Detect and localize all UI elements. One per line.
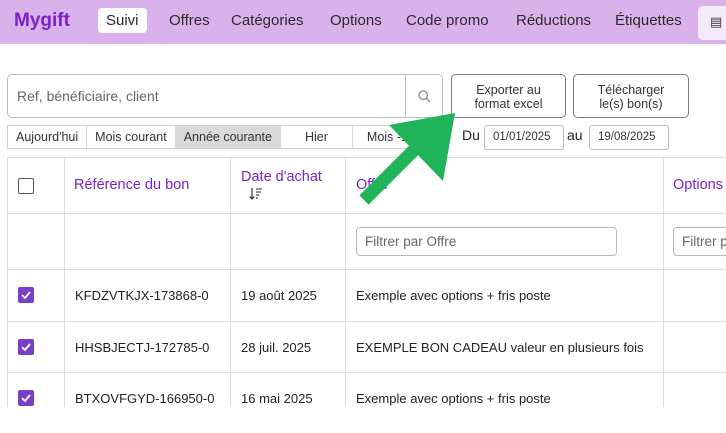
filter-empty-cell bbox=[8, 214, 65, 269]
date-to-input[interactable]: 19/08/2025 bbox=[589, 125, 669, 150]
filter-empty-cell bbox=[65, 214, 231, 269]
column-header-date: Date d'achat bbox=[241, 169, 322, 185]
row-checkbox[interactable] bbox=[18, 339, 34, 355]
period-tab-yesterday[interactable]: Hier bbox=[281, 126, 353, 148]
nav-item-etiquettes[interactable]: Étiquettes bbox=[615, 12, 682, 29]
row-offre-cell: Exemple avec options + fris poste bbox=[346, 270, 664, 321]
search-icon bbox=[418, 90, 431, 103]
row-reference-cell: HHSBJECTJ-172785-0 bbox=[65, 322, 231, 372]
voucher-reference: HHSBJECTJ-172785-0 bbox=[75, 340, 210, 355]
period-tabs: Aujourd'hui Mois courant Année courante … bbox=[7, 125, 443, 149]
date-from-input[interactable]: 01/01/2025 bbox=[484, 125, 564, 150]
header-options-cell[interactable]: Options bbox=[664, 158, 726, 213]
checkmark-icon bbox=[21, 291, 31, 300]
row-reference-cell: KFDZVTKJX-173868-0 bbox=[65, 270, 231, 321]
row-options-cell bbox=[664, 270, 726, 321]
filter-options-cell bbox=[664, 214, 726, 269]
purchase-date: 19 août 2025 bbox=[241, 288, 317, 303]
download-vouchers-button[interactable]: Télécharger le(s) bon(s) bbox=[573, 74, 689, 118]
date-to-label: au bbox=[567, 127, 583, 143]
row-options-cell bbox=[664, 322, 726, 372]
filter-empty-cell bbox=[231, 214, 346, 269]
filter-offre-cell bbox=[346, 214, 664, 269]
period-tab-current-year[interactable]: Année courante bbox=[175, 126, 281, 148]
brand-logo[interactable]: Mygift bbox=[14, 10, 70, 32]
search-button[interactable] bbox=[405, 74, 443, 118]
download-label-line1: Télécharger bbox=[597, 83, 665, 97]
purchase-date: 16 mai 2025 bbox=[241, 391, 313, 406]
offer-name: EXEMPLE BON CADEAU valeur en plusieurs f… bbox=[356, 340, 644, 355]
row-options-cell bbox=[664, 373, 726, 407]
period-tab-more[interactable]: A bbox=[423, 126, 441, 148]
table-row[interactable]: HHSBJECTJ-172785-0 28 juil. 2025 EXEMPLE… bbox=[8, 322, 726, 373]
row-offre-cell: Exemple avec options + fris poste bbox=[346, 373, 664, 407]
table-header-row: Référence du bon Date d'achat Offre Opti… bbox=[8, 158, 726, 214]
row-checkbox[interactable] bbox=[18, 287, 34, 303]
date-from-label: Du bbox=[462, 127, 480, 143]
period-tab-previous-month[interactable]: Mois -1 bbox=[353, 126, 423, 148]
row-date-cell: 19 août 2025 bbox=[231, 270, 346, 321]
export-label-line1: Exporter au bbox=[476, 83, 541, 97]
nav-item-suivi[interactable]: Suivi bbox=[98, 8, 147, 33]
filter-options-input[interactable] bbox=[673, 227, 726, 256]
row-select-cell bbox=[8, 322, 65, 372]
filter-offre-input[interactable] bbox=[356, 227, 617, 256]
row-date-cell: 28 juil. 2025 bbox=[231, 322, 346, 372]
offer-name: Exemple avec options + fris poste bbox=[356, 391, 551, 406]
select-all-checkbox[interactable] bbox=[18, 178, 34, 194]
header-select-cell bbox=[8, 158, 65, 213]
column-header-offre: Offre bbox=[356, 177, 388, 193]
header-reference-cell[interactable]: Référence du bon bbox=[65, 158, 231, 213]
column-header-options: Options bbox=[673, 177, 723, 193]
nav-edge-button[interactable]: ▤ bbox=[698, 6, 726, 40]
export-excel-button[interactable]: Exporter au format excel bbox=[451, 74, 566, 118]
row-select-cell bbox=[8, 270, 65, 321]
header-offre-cell[interactable]: Offre bbox=[346, 158, 664, 213]
printer-icon: ▤ bbox=[710, 14, 723, 29]
download-label-line2: le(s) bon(s) bbox=[599, 97, 663, 111]
period-tab-today[interactable]: Aujourd'hui bbox=[8, 126, 88, 148]
header-date-cell[interactable]: Date d'achat bbox=[231, 158, 346, 213]
export-label-line2: format excel bbox=[474, 97, 543, 111]
checkmark-icon bbox=[21, 394, 31, 403]
voucher-reference: BTXOVFGYD-166950-0 bbox=[75, 391, 215, 406]
sort-desc-icon[interactable] bbox=[249, 187, 263, 200]
row-offre-cell: EXEMPLE BON CADEAU valeur en plusieurs f… bbox=[346, 322, 664, 372]
row-checkbox[interactable] bbox=[18, 390, 34, 406]
nav-item-categories[interactable]: Catégories bbox=[231, 12, 304, 29]
top-nav: Mygift Suivi Offres Catégories Options C… bbox=[0, 0, 726, 44]
period-tab-current-month[interactable]: Mois courant bbox=[87, 126, 176, 148]
row-reference-cell: BTXOVFGYD-166950-0 bbox=[65, 373, 231, 407]
table-row[interactable]: KFDZVTKJX-173868-0 19 août 2025 Exemple … bbox=[8, 270, 726, 322]
purchase-date: 28 juil. 2025 bbox=[241, 340, 312, 355]
table-filter-row bbox=[8, 214, 726, 270]
nav-item-code-promo[interactable]: Code promo bbox=[406, 12, 489, 29]
row-select-cell bbox=[8, 373, 65, 407]
offer-name: Exemple avec options + fris poste bbox=[356, 288, 551, 303]
nav-item-options[interactable]: Options bbox=[330, 12, 382, 29]
row-date-cell: 16 mai 2025 bbox=[231, 373, 346, 407]
nav-item-offres[interactable]: Offres bbox=[169, 12, 210, 29]
column-header-reference: Référence du bon bbox=[74, 177, 190, 193]
table-row[interactable]: BTXOVFGYD-166950-0 16 mai 2025 Exemple a… bbox=[8, 373, 726, 407]
vouchers-table: Référence du bon Date d'achat Offre Opti… bbox=[7, 157, 726, 407]
search-input[interactable] bbox=[7, 74, 406, 118]
nav-item-reductions[interactable]: Réductions bbox=[516, 12, 591, 29]
voucher-reference: KFDZVTKJX-173868-0 bbox=[75, 288, 209, 303]
checkmark-icon bbox=[21, 343, 31, 352]
